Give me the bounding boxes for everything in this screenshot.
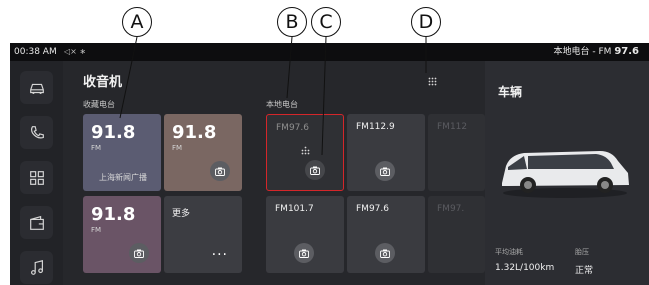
callout-a: A <box>122 7 152 37</box>
favorites-section-label: 收藏电台 <box>83 100 115 109</box>
dot-grid-icon[interactable] <box>301 146 310 155</box>
car-icon <box>29 83 44 94</box>
favorite-station-tile[interactable]: 91.8 FM 上海新闻广播 <box>83 114 161 191</box>
station-frequency: FM112 <box>437 122 468 132</box>
station-frequency: FM112.9 <box>356 122 395 132</box>
camera-icon[interactable] <box>375 243 395 263</box>
local-station-tile[interactable]: FM97. <box>428 196 485 273</box>
dot-grid-icon[interactable] <box>428 77 437 86</box>
station-name: 上海新闻广播 <box>99 173 147 182</box>
side-navigation <box>10 61 63 285</box>
station-frequency: FM101.7 <box>275 204 314 214</box>
local-station-tile[interactable]: FM101.7 <box>266 196 344 273</box>
camera-icon[interactable] <box>305 160 325 180</box>
band-label: FM <box>91 226 102 234</box>
station-frequency: FM97.6 <box>276 123 309 133</box>
car-image <box>502 151 629 198</box>
radio-panel: 收音机 收藏电台 本地电台 91.8 FM 上海新闻广播 91.8 FM 91.… <box>63 61 485 285</box>
wallet-icon <box>29 215 44 230</box>
music-note-icon <box>30 259 43 275</box>
nav-vehicle-button[interactable] <box>20 71 53 104</box>
vehicle-title: 车辆 <box>498 85 523 99</box>
tire-pressure-label: 胎压 <box>575 248 589 256</box>
fuel-consumption-label: 平均油耗 <box>495 248 523 256</box>
now-playing-label: 本地电台 - FM <box>553 47 612 57</box>
now-playing-station[interactable]: 本地电台 - FM 97.6 <box>554 43 639 61</box>
now-playing-frequency: 97.6 <box>614 46 639 57</box>
more-favorites-tile[interactable]: 更多 ··· <box>164 196 242 273</box>
local-section-label: 本地电台 <box>266 100 298 109</box>
fuel-consumption-value: 1.32L/100km <box>495 263 555 273</box>
station-frequency: 91.8 <box>91 204 136 225</box>
vehicle-panel[interactable]: 车辆 平均油耗 1.32L/100km 胎压 正常 <box>485 61 649 285</box>
tire-pressure-value: 正常 <box>575 266 594 276</box>
favorite-station-tile[interactable]: 91.8 FM <box>83 196 161 273</box>
nav-wallet-button[interactable] <box>20 206 53 239</box>
status-icons: ◁× ∗ <box>64 47 87 56</box>
camera-icon[interactable] <box>210 161 230 181</box>
callout-d: D <box>411 7 441 37</box>
station-frequency: FM97. <box>437 204 465 214</box>
nav-apps-button[interactable] <box>20 161 53 194</box>
callout-c: C <box>311 7 341 37</box>
nav-music-button[interactable] <box>20 251 53 284</box>
callout-b: B <box>277 7 307 37</box>
station-frequency: FM97.6 <box>356 204 389 214</box>
favorite-station-tile[interactable]: 91.8 FM <box>164 114 242 191</box>
clock: 00:38 AM <box>14 47 57 57</box>
station-frequency: 91.8 <box>91 122 136 143</box>
radio-title: 收音机 <box>83 75 123 90</box>
apps-grid-icon <box>29 170 44 185</box>
station-frequency: 91.8 <box>172 122 217 143</box>
infotainment-screen: 00:38 AM ◁× ∗ 本地电台 - FM 97.6 收音机 收藏电台 本地… <box>10 43 649 285</box>
local-station-tile[interactable]: FM97.6 <box>347 196 425 273</box>
local-station-tile[interactable]: FM112.9 <box>347 114 425 191</box>
phone-icon <box>30 125 44 138</box>
status-bar: 00:38 AM ◁× ∗ 本地电台 - FM 97.6 <box>10 43 649 61</box>
nav-phone-button[interactable] <box>20 116 53 149</box>
camera-icon[interactable] <box>129 243 149 263</box>
local-station-tile-selected[interactable]: FM97.6 <box>266 114 344 191</box>
more-dots-icon: ··· <box>211 247 228 263</box>
local-station-tile[interactable]: FM112 <box>428 114 485 191</box>
band-label: FM <box>172 144 183 152</box>
more-label: 更多 <box>172 209 191 219</box>
band-label: FM <box>91 144 102 152</box>
camera-icon[interactable] <box>294 243 314 263</box>
camera-icon[interactable] <box>375 161 395 181</box>
